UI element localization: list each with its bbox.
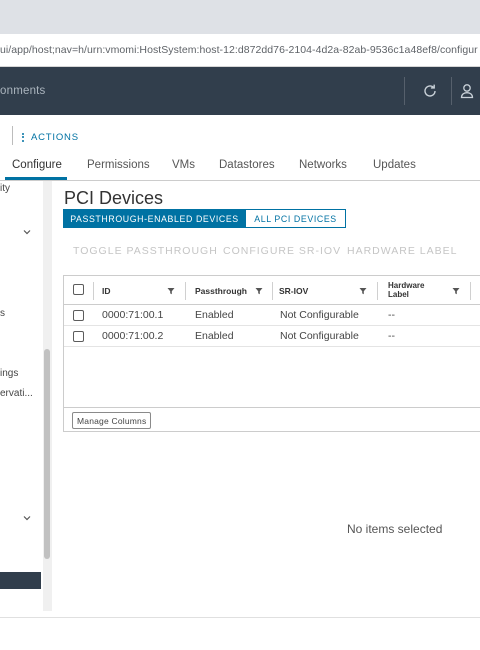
- actions-button[interactable]: ACTIONS: [22, 131, 79, 143]
- configure-sriov-button[interactable]: CONFIGURE SR-IOV: [223, 245, 341, 257]
- app-header: onments: [0, 67, 480, 115]
- chevron-down-icon[interactable]: [23, 228, 31, 236]
- table-row[interactable]: 0000:71:00.2 Enabled Not Configurable --: [64, 326, 480, 347]
- cell-passthrough: Enabled: [195, 330, 234, 342]
- cell-sriov: Not Configurable: [280, 330, 359, 342]
- cell-passthrough: Enabled: [195, 309, 234, 321]
- header-divider: [404, 77, 405, 105]
- actions-label: ACTIONS: [31, 131, 79, 143]
- column-separator: [185, 282, 186, 300]
- table-row[interactable]: 0000:71:00.1 Enabled Not Configurable --: [64, 305, 480, 326]
- tab-vms[interactable]: VMs: [172, 159, 195, 171]
- column-separator: [93, 282, 94, 300]
- sidebar-item[interactable]: ity: [0, 183, 10, 194]
- grid-header: ID Passthrough SR-IOV Hardware Label: [64, 276, 480, 305]
- cell-hardware-label: --: [388, 330, 395, 342]
- tab-permissions[interactable]: Permissions: [87, 159, 150, 171]
- hardware-label-button[interactable]: HARDWARE LABEL: [347, 245, 457, 257]
- vertical-ellipsis-icon: [22, 131, 25, 143]
- object-tabs: Configure Permissions VMs Datastores Net…: [0, 155, 480, 181]
- row-checkbox[interactable]: [73, 331, 84, 342]
- row-checkbox[interactable]: [73, 310, 84, 321]
- actions-separator: [12, 126, 13, 145]
- detail-empty-message: No items selected: [347, 522, 443, 536]
- column-header-sriov[interactable]: SR-IOV: [279, 286, 308, 296]
- column-separator: [470, 282, 471, 300]
- address-url[interactable]: ui/app/host;nav=h/urn:vmomi:HostSystem:h…: [0, 44, 478, 56]
- toggle-passthrough-button[interactable]: TOGGLE PASSTHROUGH: [73, 245, 218, 257]
- pci-devices-grid: ID Passthrough SR-IOV Hardware Label 000…: [63, 275, 480, 432]
- tab-configure[interactable]: Configure: [12, 159, 62, 171]
- tab-networks[interactable]: Networks: [299, 159, 347, 171]
- bottom-divider: [0, 617, 480, 618]
- cell-hardware-label: --: [388, 309, 395, 321]
- column-separator: [377, 282, 378, 300]
- column-separator: [272, 282, 273, 300]
- user-icon[interactable]: [456, 80, 478, 102]
- cell-id: 0000:71:00.1: [102, 309, 164, 321]
- select-all-checkbox[interactable]: [73, 284, 84, 295]
- tab-updates[interactable]: Updates: [373, 159, 416, 171]
- sidebar-selected-item[interactable]: [0, 572, 41, 589]
- browser-tab-strip: [0, 0, 480, 34]
- refresh-icon[interactable]: [419, 80, 441, 102]
- segment-passthrough-enabled[interactable]: PASSTHROUGH-ENABLED DEVICES: [63, 209, 246, 228]
- cell-sriov: Not Configurable: [280, 309, 359, 321]
- app-title: onments: [0, 85, 46, 97]
- column-header-passthrough[interactable]: Passthrough: [195, 286, 247, 296]
- tab-datastores[interactable]: Datastores: [219, 159, 275, 171]
- chevron-down-icon[interactable]: [23, 514, 31, 522]
- filter-icon[interactable]: [359, 287, 367, 295]
- column-header-id[interactable]: ID: [102, 286, 111, 296]
- sidebar-item[interactable]: s: [0, 308, 5, 319]
- segment-all-pci-devices[interactable]: ALL PCI DEVICES: [246, 209, 346, 228]
- manage-columns-button[interactable]: Manage Columns: [72, 412, 152, 429]
- header-divider: [451, 77, 452, 105]
- sidebar-item[interactable]: ings: [0, 368, 18, 379]
- column-header-hardware-label[interactable]: Hardware Label: [388, 281, 428, 299]
- sidebar-item[interactable]: ervati...: [0, 388, 33, 399]
- grid-footer: Manage Columns: [64, 407, 480, 432]
- sidebar-scrollbar-thumb[interactable]: [44, 349, 50, 559]
- page-title: PCI Devices: [64, 188, 164, 208]
- filter-icon[interactable]: [452, 287, 460, 295]
- filter-icon[interactable]: [167, 287, 175, 295]
- cell-id: 0000:71:00.2: [102, 330, 164, 342]
- active-tab-indicator: [5, 177, 67, 180]
- address-bar[interactable]: ui/app/host;nav=h/urn:vmomi:HostSystem:h…: [0, 34, 480, 67]
- filter-icon[interactable]: [255, 287, 263, 295]
